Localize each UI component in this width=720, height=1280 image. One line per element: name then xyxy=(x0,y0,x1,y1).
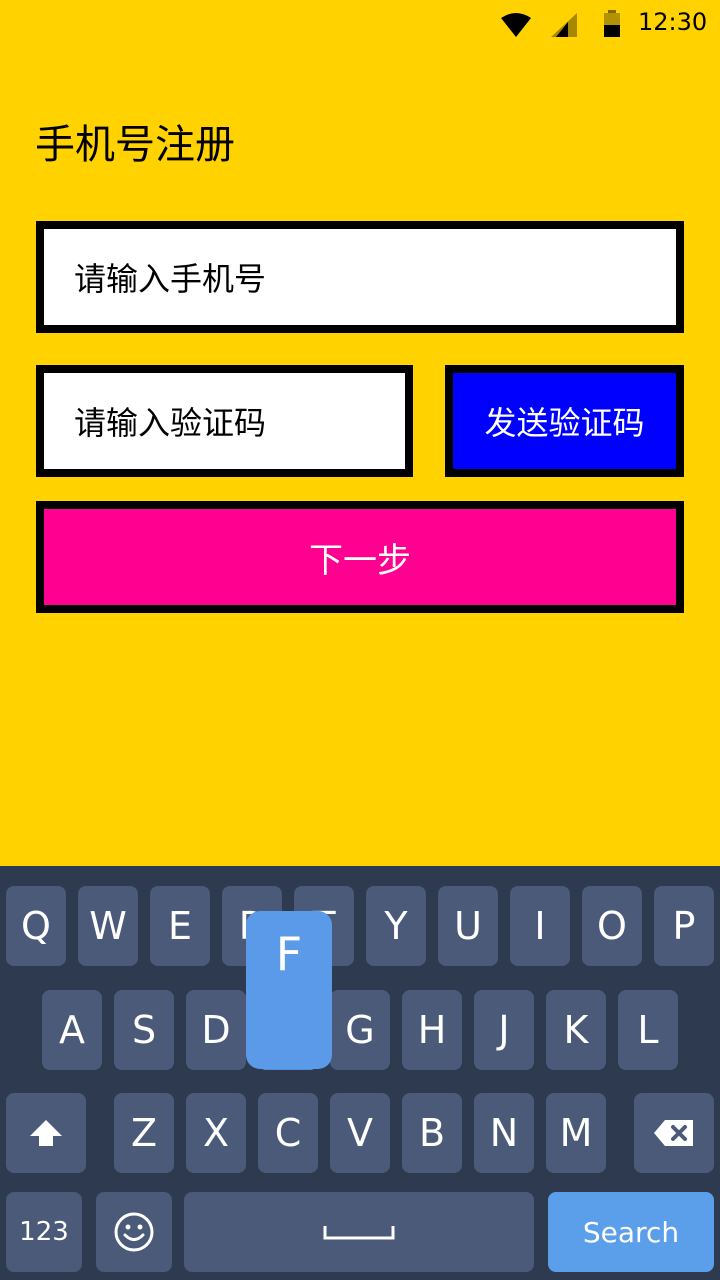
space-key[interactable] xyxy=(184,1192,534,1272)
search-key[interactable]: Search xyxy=(548,1192,714,1272)
shift-key[interactable] xyxy=(6,1093,86,1173)
verification-code-input[interactable]: 请输入验证码 xyxy=(36,365,413,477)
key-x[interactable]: X xyxy=(186,1093,246,1173)
key-n[interactable]: N xyxy=(474,1093,534,1173)
key-m[interactable]: M xyxy=(546,1093,606,1173)
smiley-icon xyxy=(114,1212,154,1252)
signal-icon xyxy=(551,13,577,37)
send-code-label: 发送验证码 xyxy=(484,404,645,442)
phone-placeholder: 请输入手机号 xyxy=(74,260,267,298)
key-preview-popup: F xyxy=(246,911,332,1069)
key-q[interactable]: Q xyxy=(6,886,66,966)
page-title: 手机号注册 xyxy=(35,122,235,168)
next-step-label: 下一步 xyxy=(309,540,411,581)
key-c[interactable]: C xyxy=(258,1093,318,1173)
key-g[interactable]: G xyxy=(330,990,390,1070)
backspace-key[interactable] xyxy=(634,1093,714,1173)
next-step-button[interactable]: 下一步 xyxy=(36,501,684,613)
wifi-icon xyxy=(501,13,531,37)
key-h[interactable]: H xyxy=(402,990,462,1070)
key-w[interactable]: W xyxy=(78,886,138,966)
space-bar-icon xyxy=(323,1226,395,1240)
send-code-button[interactable]: 发送验证码 xyxy=(445,365,684,477)
key-z[interactable]: Z xyxy=(114,1093,174,1173)
key-e[interactable]: E xyxy=(150,886,210,966)
key-a[interactable]: A xyxy=(42,990,102,1070)
status-bar: 12:30 xyxy=(0,0,720,50)
key-p[interactable]: P xyxy=(654,886,714,966)
status-time: 12:30 xyxy=(638,8,708,36)
key-b[interactable]: B xyxy=(402,1093,462,1173)
battery-icon xyxy=(604,10,620,37)
numbers-key[interactable]: 123 xyxy=(6,1192,82,1272)
key-o[interactable]: O xyxy=(582,886,642,966)
key-l[interactable]: L xyxy=(618,990,678,1070)
key-u[interactable]: U xyxy=(438,886,498,966)
key-v[interactable]: V xyxy=(330,1093,390,1173)
key-i[interactable]: I xyxy=(510,886,570,966)
key-s[interactable]: S xyxy=(114,990,174,1070)
backspace-icon xyxy=(654,1120,693,1146)
phone-input[interactable]: 请输入手机号 xyxy=(36,221,684,333)
code-placeholder: 请输入验证码 xyxy=(74,404,267,442)
key-k[interactable]: K xyxy=(546,990,606,1070)
key-j[interactable]: J xyxy=(474,990,534,1070)
key-d[interactable]: D xyxy=(186,990,246,1070)
key-y[interactable]: Y xyxy=(366,886,426,966)
shift-icon xyxy=(30,1120,62,1146)
emoji-key[interactable] xyxy=(96,1192,172,1272)
